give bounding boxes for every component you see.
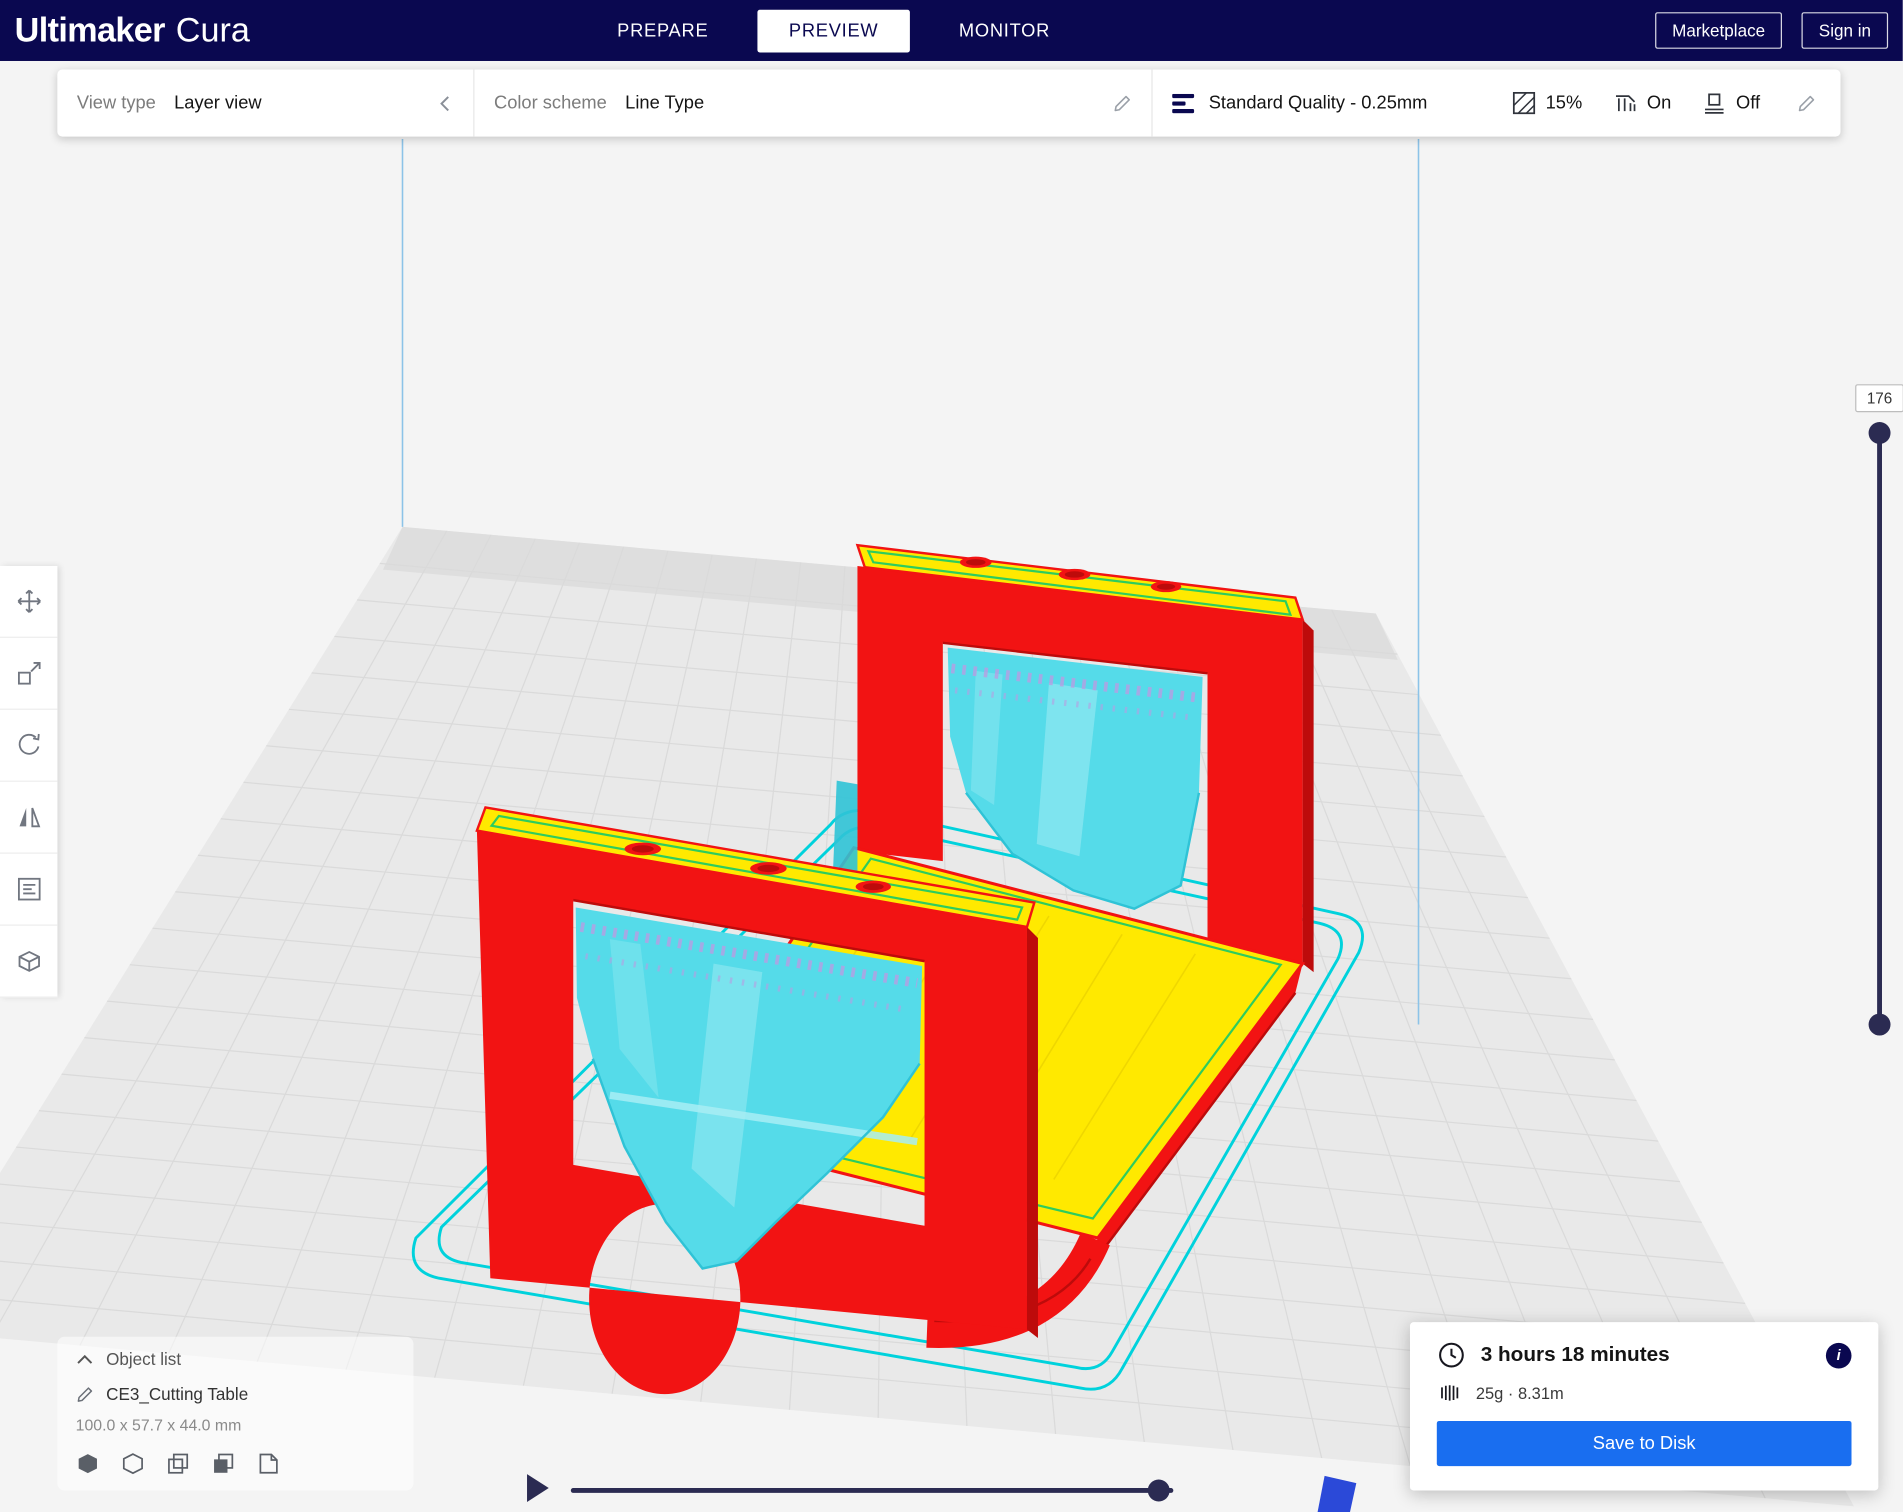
print-time-value: 3 hours 18 minutes [1480, 1342, 1670, 1367]
object-list-header[interactable]: Object list [76, 1349, 396, 1369]
info-icon[interactable]: i [1825, 1342, 1852, 1368]
color-scheme-value: Line Type [625, 92, 705, 114]
simulation-slider-track[interactable] [570, 1488, 1174, 1493]
tab-preview[interactable]: PREVIEW [757, 9, 911, 52]
color-scheme-selector[interactable]: Color scheme Line Type [474, 69, 1153, 137]
view-type-selector[interactable]: View type Layer view [57, 69, 475, 137]
print-time-row: 3 hours 18 minutes i [1437, 1340, 1852, 1369]
clock-icon [1439, 1342, 1464, 1368]
stage-tabs: PREPARE PREVIEW MONITOR [585, 0, 1081, 61]
app-logo: Ultimaker Cura [0, 11, 250, 50]
material-usage-row: 25g · 8.31m [1437, 1382, 1852, 1404]
rename-pencil-icon[interactable] [76, 1385, 94, 1403]
print-summary-card: 3 hours 18 minutes i 25g · 8.31m Save to… [1409, 1322, 1879, 1491]
view-type-label: View type [76, 92, 156, 114]
play-button[interactable] [522, 1471, 554, 1505]
signin-button[interactable]: Sign in [1801, 12, 1889, 49]
marketplace-button[interactable]: Marketplace [1655, 12, 1783, 49]
stage-toolbar: View type Layer view Color scheme Line T… [57, 69, 1841, 137]
mirror-tool-icon[interactable] [0, 781, 58, 854]
copy-model-icon[interactable] [211, 1451, 235, 1475]
edit-color-scheme-icon[interactable] [1112, 93, 1132, 113]
adhesion-pair: Off [1703, 91, 1760, 114]
header-actions: Marketplace Sign in [1655, 12, 1903, 49]
left-toolbar [0, 565, 58, 998]
infill-pair: 15% [1513, 91, 1583, 115]
chevron-up-icon [77, 1354, 93, 1364]
support-icon [1614, 91, 1637, 114]
duplicate-model-icon[interactable] [166, 1451, 190, 1475]
object-list-item[interactable]: CE3_Cutting Table [76, 1384, 396, 1404]
wireframe-model-icon[interactable] [121, 1451, 145, 1475]
layer-slider-track[interactable] [1877, 424, 1882, 1030]
current-layer-badge: 176 [1855, 384, 1903, 413]
support-blocker-tool-icon[interactable] [0, 925, 58, 998]
object-list-panel: Object list CE3_Cutting Table 100.0 x 57… [57, 1336, 414, 1491]
infill-value: 15% [1545, 92, 1583, 114]
object-dimensions: 100.0 x 57.7 x 44.0 mm [75, 1416, 242, 1435]
support-pair: On [1614, 91, 1671, 114]
material-spool-icon [1441, 1385, 1459, 1401]
view-type-value: Layer view [174, 92, 262, 114]
layer-slider-bottom-handle[interactable] [1868, 1013, 1891, 1036]
scale-tool-icon[interactable] [0, 637, 58, 710]
header: Ultimaker Cura PREPARE PREVIEW MONITOR M… [0, 0, 1903, 61]
logo-cura: Cura [175, 10, 250, 49]
settings-quick-values: 15% On Off [1481, 91, 1821, 115]
support-value: On [1646, 92, 1672, 114]
object-list-title: Object list [106, 1348, 182, 1369]
3d-viewport[interactable] [0, 0, 1903, 1512]
adhesion-value: Off [1735, 92, 1761, 114]
simulation-slider-handle[interactable] [1147, 1479, 1170, 1502]
adhesion-icon [1703, 91, 1726, 114]
object-type-icons [76, 1451, 396, 1475]
profile-value: Standard Quality - 0.25mm [1208, 92, 1428, 114]
rotate-tool-icon[interactable] [0, 709, 58, 782]
chevron-left-icon[interactable] [437, 93, 454, 113]
move-tool-icon[interactable] [0, 565, 58, 638]
tab-prepare[interactable]: PREPARE [585, 9, 740, 52]
solid-model-icon[interactable] [76, 1451, 100, 1475]
save-to-disk-button[interactable]: Save to Disk [1436, 1420, 1852, 1467]
layer-slider-top-handle[interactable] [1868, 422, 1891, 444]
folded-sheet-icon[interactable] [256, 1451, 280, 1475]
material-usage-value: 25g · 8.31m [1475, 1383, 1564, 1403]
color-scheme-label: Color scheme [493, 92, 607, 114]
quality-icon [1172, 93, 1195, 113]
edit-settings-icon[interactable] [1797, 93, 1817, 113]
tab-monitor[interactable]: MONITOR [927, 9, 1082, 52]
object-name: CE3_Cutting Table [106, 1384, 249, 1404]
per-model-settings-tool-icon[interactable] [0, 853, 58, 926]
print-settings-summary[interactable]: Standard Quality - 0.25mm 15% On Off [1153, 70, 1841, 137]
cura-application: Ultimaker Cura PREPARE PREVIEW MONITOR M… [0, 0, 1903, 1512]
infill-icon [1513, 91, 1536, 115]
logo-ultimaker: Ultimaker [14, 10, 166, 49]
